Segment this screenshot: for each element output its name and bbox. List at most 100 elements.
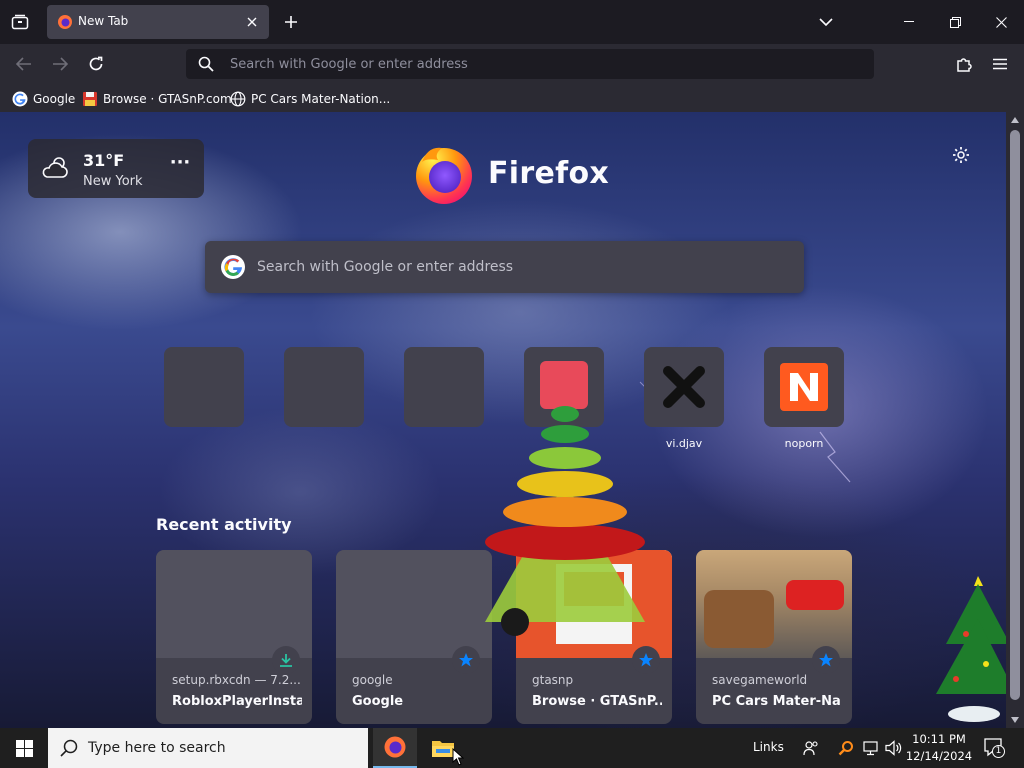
newtab-search-input[interactable] [257, 256, 777, 278]
customize-button[interactable] [950, 144, 972, 166]
notification-count-badge: 1 [992, 745, 1005, 758]
weather-widget[interactable]: 31°F New York ··· [28, 139, 204, 198]
scrollbar-thumb[interactable] [1010, 130, 1020, 700]
card-source: google [352, 673, 393, 687]
url-input[interactable] [230, 54, 850, 74]
tab-new-tab[interactable]: New Tab [47, 5, 269, 39]
firefox-view-icon [11, 14, 29, 30]
more-horizontal-icon: ··· [169, 152, 191, 173]
google-g-icon [12, 91, 28, 107]
recent-activity-title: Recent activity [156, 515, 292, 534]
tray-app-search-button[interactable] [836, 738, 856, 758]
card-source: savegameworld [712, 673, 808, 687]
card-source: setup.rbxcdn — 7.2... [172, 673, 301, 687]
recent-card[interactable]: setup.rbxcdn — 7.2... RobloxPlayerInsta.… [156, 550, 312, 724]
tab-title: New Tab [78, 14, 129, 28]
network-icon [863, 741, 878, 756]
volume-button[interactable] [884, 738, 904, 758]
close-icon [995, 16, 1007, 28]
card-badge [812, 646, 840, 674]
close-tab-button[interactable] [243, 13, 261, 31]
shortcut-tile[interactable] [284, 347, 364, 427]
search-icon [198, 56, 214, 72]
clock-time: 10:11 PM [912, 732, 966, 746]
network-button[interactable] [861, 738, 881, 758]
christmas-tree-decoration [936, 576, 1006, 722]
floppy-disk-icon [82, 91, 98, 107]
card-badge [452, 646, 480, 674]
minimize-button[interactable] [894, 8, 924, 36]
scroll-up-arrow-icon[interactable] [1011, 117, 1019, 123]
card-source: gtasnp [532, 673, 574, 687]
bookmark-star-icon [819, 653, 833, 667]
gear-icon [953, 147, 969, 163]
search-icon [60, 739, 78, 757]
n-logo-icon [780, 363, 828, 411]
card-badge [632, 646, 660, 674]
chevron-down-icon [819, 18, 833, 27]
arrow-right-icon [53, 57, 68, 71]
bookmark-google[interactable]: Google [12, 90, 75, 108]
weather-city: New York [83, 174, 143, 189]
bookmark-label: PC Cars Mater-Nation... [251, 92, 391, 106]
navigation-toolbar [0, 44, 1024, 84]
card-title: PC Cars Mater-Na... [712, 694, 842, 709]
restore-button[interactable] [940, 8, 970, 36]
scroll-down-arrow-icon[interactable] [1011, 717, 1019, 723]
shortcut-tile-noporn[interactable] [764, 347, 844, 427]
start-button[interactable] [0, 728, 48, 768]
card-thumbnail [156, 550, 312, 658]
app-menu-button[interactable] [988, 52, 1012, 76]
bookmark-gtasnp[interactable]: Browse · GTASnP.com [82, 90, 232, 108]
shortcut-label: noporn [784, 437, 824, 450]
recent-card[interactable]: savegameworld PC Cars Mater-Na... [696, 550, 852, 724]
restore-icon [949, 16, 961, 28]
puzzle-piece-icon [957, 58, 972, 72]
close-icon [247, 17, 257, 27]
mouse-cursor-icon [452, 748, 464, 766]
card-thumbnail [696, 550, 852, 658]
shortcut-tile[interactable] [164, 347, 244, 427]
download-icon [280, 654, 292, 667]
windows-logo-icon [15, 739, 33, 757]
bookmark-pc-cars[interactable]: PC Cars Mater-Nation... [230, 90, 390, 108]
reload-button[interactable] [84, 52, 108, 76]
weather-more-button[interactable]: ··· [168, 154, 192, 180]
hamburger-menu-icon [993, 58, 1007, 70]
forward-button[interactable] [48, 52, 72, 76]
card-badge [272, 646, 300, 674]
url-bar[interactable] [186, 49, 874, 79]
christmas-tree-spiral-decoration [485, 406, 645, 636]
extensions-button[interactable] [952, 52, 976, 76]
card-title: RobloxPlayerInsta... [172, 694, 302, 709]
action-center-button[interactable]: 1 [983, 737, 1005, 758]
newtab-search-box[interactable] [205, 241, 804, 293]
people-button[interactable] [801, 738, 821, 758]
magnifier-orange-icon [838, 741, 853, 756]
back-button[interactable] [12, 52, 36, 76]
tab-strip: New Tab [0, 0, 1024, 44]
clock-date: 12/14/2024 [905, 749, 973, 763]
card-title: Browse · GTASnP.... [532, 694, 662, 709]
bookmark-label: Browse · GTASnP.com [103, 92, 232, 106]
system-clock[interactable]: 10:11 PM 12/14/2024 [904, 731, 974, 765]
close-window-button[interactable] [986, 8, 1016, 36]
x-logo-icon [663, 366, 705, 408]
new-tab-button[interactable] [279, 10, 303, 34]
firefox-favicon-icon [58, 15, 72, 29]
taskbar-search-box[interactable]: Type here to search [48, 728, 368, 768]
bookmark-label: Google [33, 92, 76, 106]
links-toolbar-label[interactable]: Links [753, 740, 784, 754]
windows-taskbar: Type here to search Links 10:11 PM 12/14… [0, 728, 1024, 768]
firefox-view-button[interactable] [8, 10, 32, 34]
firefox-logo-icon [416, 147, 472, 204]
list-all-tabs-button[interactable] [814, 10, 838, 34]
globe-icon [230, 91, 246, 107]
speaker-icon [885, 740, 902, 756]
page-scrollbar[interactable] [1006, 112, 1024, 728]
firefox-icon [384, 736, 406, 758]
taskbar-search-placeholder: Type here to search [88, 740, 226, 756]
new-tab-page: 31°F New York ··· Firefox vi.djav nopo [0, 112, 1006, 728]
reload-icon [89, 56, 103, 71]
taskbar-firefox[interactable] [373, 728, 417, 768]
